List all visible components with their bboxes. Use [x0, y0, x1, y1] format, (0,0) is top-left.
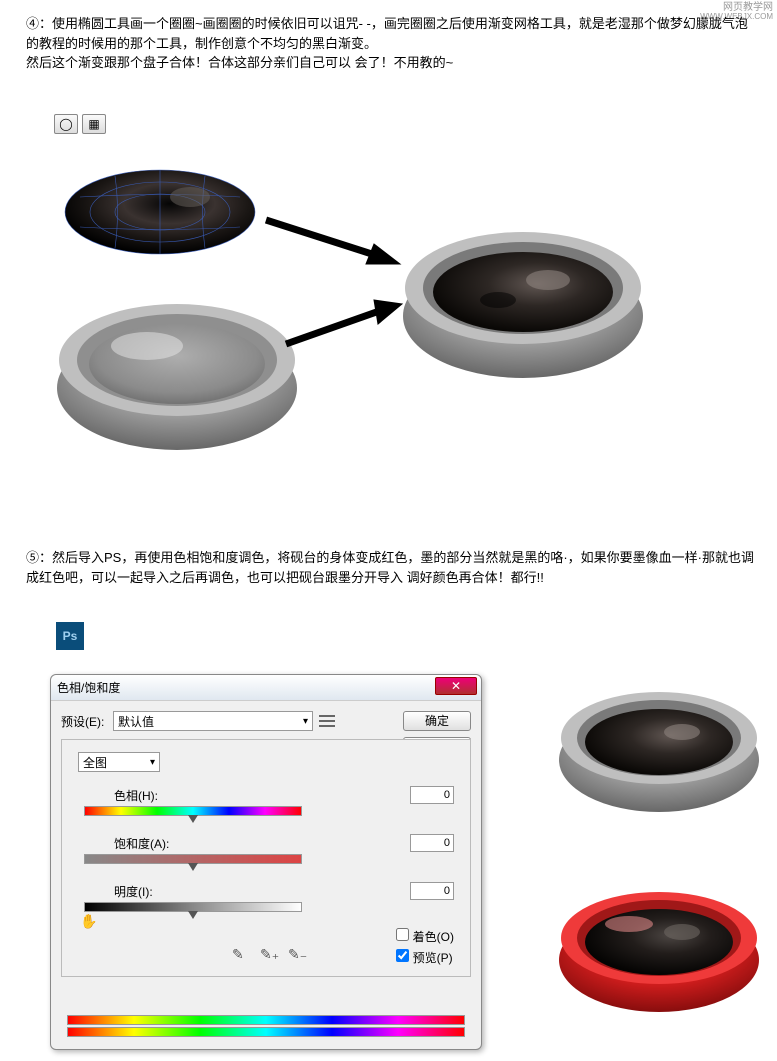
mesh-tool-icon: ▦ [82, 114, 106, 134]
step4-text: ④：使用椭圆工具画一个圈圈~画圈圈的时候依旧可以诅咒- -，画完圈圈之后使用渐变… [26, 14, 756, 73]
hue-saturation-dialog: 色相/饱和度 ✕ 预设(E): 默认值 确定 复位 全图 色相(H): 0 饱和… [50, 674, 482, 1050]
eyedropper-subtract-icon[interactable]: ✎₋ [288, 946, 306, 964]
preset-menu-icon[interactable] [319, 714, 335, 728]
target-adjust-icon[interactable]: ✋ [80, 913, 97, 930]
red-bowl-result [554, 880, 764, 1020]
spectrum-bars [67, 1015, 465, 1039]
gradient-mesh-ellipse [60, 162, 260, 262]
lightness-thumb[interactable] [188, 911, 198, 919]
lightness-slider[interactable] [84, 902, 302, 912]
tool-icons: ◯ ▦ [54, 114, 106, 134]
eyedropper-add-icon[interactable]: ✎₊ [260, 946, 278, 964]
spectrum-bar-bottom [67, 1027, 465, 1037]
preset-select[interactable]: 默认值 [113, 711, 313, 731]
hue-label: 色相(H): [78, 787, 158, 804]
saturation-value[interactable]: 0 [410, 834, 454, 852]
gray-bowl-empty [52, 290, 302, 460]
photoshop-icon: Ps [56, 622, 84, 650]
hue-slider[interactable] [84, 806, 302, 816]
arrow-top [262, 210, 402, 270]
saturation-slider[interactable] [84, 854, 302, 864]
colorize-checkbox[interactable]: 着色(O) [396, 928, 454, 945]
slider-panel: 全图 色相(H): 0 饱和度(A): 0 明度(I): 0 [61, 739, 471, 977]
dialog-title-text: 色相/饱和度 [57, 679, 120, 696]
lightness-value[interactable]: 0 [410, 882, 454, 900]
gray-bowl-with-ink [398, 218, 648, 388]
saturation-thumb[interactable] [188, 863, 198, 871]
lightness-label: 明度(I): [78, 883, 153, 900]
dialog-titlebar: 色相/饱和度 ✕ [51, 675, 481, 701]
arrow-bottom [282, 298, 404, 354]
preset-label: 预设(E): [61, 713, 113, 730]
ok-button[interactable]: 确定 [403, 711, 471, 731]
hue-value[interactable]: 0 [410, 786, 454, 804]
spectrum-bar-top [67, 1015, 465, 1025]
eyedropper-icon[interactable]: ✎ [232, 946, 250, 964]
saturation-label: 饱和度(A): [78, 835, 169, 852]
preview-checkbox[interactable]: 预览(P) [396, 949, 454, 966]
hue-thumb[interactable] [188, 815, 198, 823]
close-icon[interactable]: ✕ [435, 677, 477, 695]
channel-select[interactable]: 全图 [78, 752, 160, 772]
gray-bowl-result [554, 680, 764, 820]
step5-text: ⑤：然后导入PS，再使用色相饱和度调色，将砚台的身体变成红色，墨的部分当然就是黑… [26, 548, 756, 587]
ellipse-tool-icon: ◯ [54, 114, 78, 134]
